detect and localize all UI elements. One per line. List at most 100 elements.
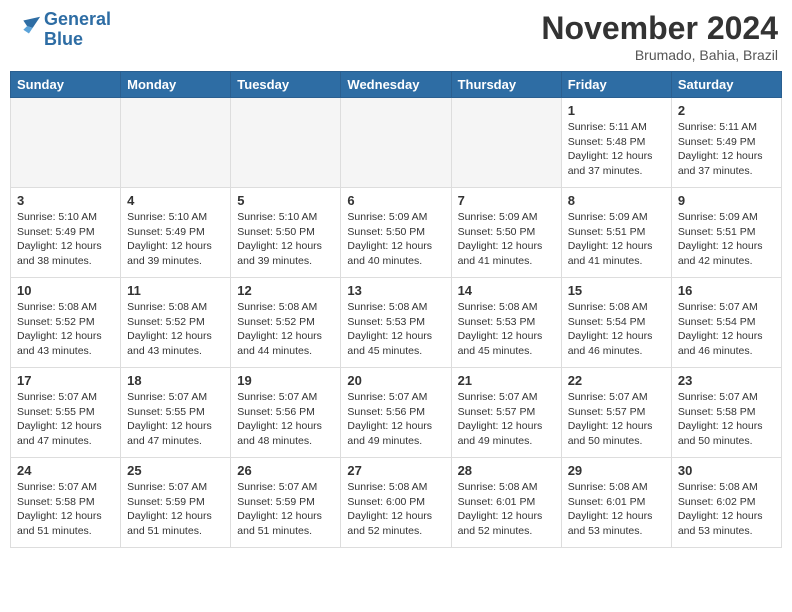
day-number: 28: [458, 463, 555, 478]
day-number: 23: [678, 373, 775, 388]
day-info: Sunrise: 5:07 AM Sunset: 5:54 PM Dayligh…: [678, 300, 775, 359]
day-number: 29: [568, 463, 665, 478]
calendar-cell: 7 Sunrise: 5:09 AM Sunset: 5:50 PM Daylig…: [451, 188, 561, 278]
calendar-cell: 15 Sunrise: 5:08 AM Sunset: 5:54 PM Dayli…: [561, 278, 671, 368]
day-number: 8: [568, 193, 665, 208]
weekday-header-tuesday: Tuesday: [231, 72, 341, 98]
day-number: 20: [347, 373, 444, 388]
day-number: 6: [347, 193, 444, 208]
calendar-cell: 2 Sunrise: 5:11 AM Sunset: 5:49 PM Daylig…: [671, 98, 781, 188]
day-info: Sunrise: 5:08 AM Sunset: 5:54 PM Dayligh…: [568, 300, 665, 359]
logo-bird-icon: [14, 13, 42, 41]
day-info: Sunrise: 5:07 AM Sunset: 5:57 PM Dayligh…: [458, 390, 555, 449]
calendar-cell: 29 Sunrise: 5:08 AM Sunset: 6:01 PM Dayli…: [561, 458, 671, 548]
day-number: 26: [237, 463, 334, 478]
weekday-header-saturday: Saturday: [671, 72, 781, 98]
day-info: Sunrise: 5:09 AM Sunset: 5:51 PM Dayligh…: [678, 210, 775, 269]
day-number: 27: [347, 463, 444, 478]
day-info: Sunrise: 5:08 AM Sunset: 5:52 PM Dayligh…: [17, 300, 114, 359]
day-info: Sunrise: 5:08 AM Sunset: 5:52 PM Dayligh…: [127, 300, 224, 359]
calendar-cell: 21 Sunrise: 5:07 AM Sunset: 5:57 PM Dayli…: [451, 368, 561, 458]
day-info: Sunrise: 5:08 AM Sunset: 5:53 PM Dayligh…: [347, 300, 444, 359]
calendar-cell: 27 Sunrise: 5:08 AM Sunset: 6:00 PM Dayli…: [341, 458, 451, 548]
day-number: 13: [347, 283, 444, 298]
day-number: 14: [458, 283, 555, 298]
day-info: Sunrise: 5:09 AM Sunset: 5:50 PM Dayligh…: [458, 210, 555, 269]
calendar-cell: 1Sunrise: 5:11 AM Sunset: 5:48 PM Daylig…: [561, 98, 671, 188]
calendar-cell: 11 Sunrise: 5:08 AM Sunset: 5:52 PM Dayli…: [121, 278, 231, 368]
day-number: 9: [678, 193, 775, 208]
calendar-cell: [231, 98, 341, 188]
calendar-cell: 20 Sunrise: 5:07 AM Sunset: 5:56 PM Dayli…: [341, 368, 451, 458]
day-info: Sunrise: 5:07 AM Sunset: 5:56 PM Dayligh…: [347, 390, 444, 449]
day-number: 21: [458, 373, 555, 388]
calendar-cell: 18 Sunrise: 5:07 AM Sunset: 5:55 PM Dayli…: [121, 368, 231, 458]
day-info: Sunrise: 5:10 AM Sunset: 5:50 PM Dayligh…: [237, 210, 334, 269]
day-info: Sunrise: 5:10 AM Sunset: 5:49 PM Dayligh…: [17, 210, 114, 269]
weekday-header-thursday: Thursday: [451, 72, 561, 98]
day-number: 4: [127, 193, 224, 208]
day-info: Sunrise: 5:07 AM Sunset: 5:57 PM Dayligh…: [568, 390, 665, 449]
day-number: 11: [127, 283, 224, 298]
day-info: Sunrise: 5:08 AM Sunset: 6:01 PM Dayligh…: [568, 480, 665, 539]
day-number: 7: [458, 193, 555, 208]
day-number: 17: [17, 373, 114, 388]
weekday-header-row: SundayMondayTuesdayWednesdayThursdayFrid…: [11, 72, 782, 98]
week-row-4: 17 Sunrise: 5:07 AM Sunset: 5:55 PM Dayli…: [11, 368, 782, 458]
calendar-cell: 3 Sunrise: 5:10 AM Sunset: 5:49 PM Daylig…: [11, 188, 121, 278]
calendar-cell: 28 Sunrise: 5:08 AM Sunset: 6:01 PM Dayli…: [451, 458, 561, 548]
day-number: 16: [678, 283, 775, 298]
day-info: Sunrise: 5:08 AM Sunset: 5:52 PM Dayligh…: [237, 300, 334, 359]
title-block: November 2024 Brumado, Bahia, Brazil: [541, 10, 778, 63]
day-info: Sunrise: 5:11 AM Sunset: 5:49 PM Dayligh…: [678, 120, 775, 179]
logo-line2: Blue: [44, 30, 111, 50]
calendar-cell: 25Sunrise: 5:07 AM Sunset: 5:59 PM Dayli…: [121, 458, 231, 548]
calendar-cell: [11, 98, 121, 188]
week-row-3: 10 Sunrise: 5:08 AM Sunset: 5:52 PM Dayli…: [11, 278, 782, 368]
day-number: 19: [237, 373, 334, 388]
day-number: 25: [127, 463, 224, 478]
calendar-cell: 22 Sunrise: 5:07 AM Sunset: 5:57 PM Dayli…: [561, 368, 671, 458]
logo-line1: General: [44, 10, 111, 30]
calendar-cell: 19 Sunrise: 5:07 AM Sunset: 5:56 PM Dayli…: [231, 368, 341, 458]
location: Brumado, Bahia, Brazil: [541, 47, 778, 63]
weekday-header-wednesday: Wednesday: [341, 72, 451, 98]
day-number: 10: [17, 283, 114, 298]
day-number: 1: [568, 103, 665, 118]
weekday-header-monday: Monday: [121, 72, 231, 98]
calendar-cell: 13 Sunrise: 5:08 AM Sunset: 5:53 PM Dayli…: [341, 278, 451, 368]
day-info: Sunrise: 5:08 AM Sunset: 6:02 PM Dayligh…: [678, 480, 775, 539]
day-info: Sunrise: 5:07 AM Sunset: 5:58 PM Dayligh…: [678, 390, 775, 449]
day-info: Sunrise: 5:08 AM Sunset: 6:01 PM Dayligh…: [458, 480, 555, 539]
calendar-cell: 23 Sunrise: 5:07 AM Sunset: 5:58 PM Dayli…: [671, 368, 781, 458]
day-info: Sunrise: 5:07 AM Sunset: 5:58 PM Dayligh…: [17, 480, 114, 539]
day-info: Sunrise: 5:07 AM Sunset: 5:59 PM Dayligh…: [237, 480, 334, 539]
day-info: Sunrise: 5:09 AM Sunset: 5:51 PM Dayligh…: [568, 210, 665, 269]
calendar-cell: 8 Sunrise: 5:09 AM Sunset: 5:51 PM Daylig…: [561, 188, 671, 278]
day-number: 22: [568, 373, 665, 388]
calendar-cell: 24 Sunrise: 5:07 AM Sunset: 5:58 PM Dayli…: [11, 458, 121, 548]
day-number: 24: [17, 463, 114, 478]
calendar-cell: 5Sunrise: 5:10 AM Sunset: 5:50 PM Daylig…: [231, 188, 341, 278]
day-info: Sunrise: 5:07 AM Sunset: 5:55 PM Dayligh…: [17, 390, 114, 449]
day-info: Sunrise: 5:07 AM Sunset: 5:55 PM Dayligh…: [127, 390, 224, 449]
day-info: Sunrise: 5:07 AM Sunset: 5:56 PM Dayligh…: [237, 390, 334, 449]
week-row-1: 1Sunrise: 5:11 AM Sunset: 5:48 PM Daylig…: [11, 98, 782, 188]
calendar-cell: 9 Sunrise: 5:09 AM Sunset: 5:51 PM Daylig…: [671, 188, 781, 278]
day-number: 18: [127, 373, 224, 388]
month-title: November 2024: [541, 10, 778, 47]
day-info: Sunrise: 5:08 AM Sunset: 6:00 PM Dayligh…: [347, 480, 444, 539]
weekday-header-sunday: Sunday: [11, 72, 121, 98]
calendar-cell: 26 Sunrise: 5:07 AM Sunset: 5:59 PM Dayli…: [231, 458, 341, 548]
day-number: 30: [678, 463, 775, 478]
calendar-cell: 6Sunrise: 5:09 AM Sunset: 5:50 PM Daylig…: [341, 188, 451, 278]
calendar-table: SundayMondayTuesdayWednesdayThursdayFrid…: [10, 71, 782, 548]
calendar-cell: 4Sunrise: 5:10 AM Sunset: 5:49 PM Daylig…: [121, 188, 231, 278]
day-number: 2: [678, 103, 775, 118]
calendar-cell: [121, 98, 231, 188]
day-number: 3: [17, 193, 114, 208]
day-number: 15: [568, 283, 665, 298]
day-info: Sunrise: 5:08 AM Sunset: 5:53 PM Dayligh…: [458, 300, 555, 359]
day-number: 12: [237, 283, 334, 298]
calendar-cell: [451, 98, 561, 188]
